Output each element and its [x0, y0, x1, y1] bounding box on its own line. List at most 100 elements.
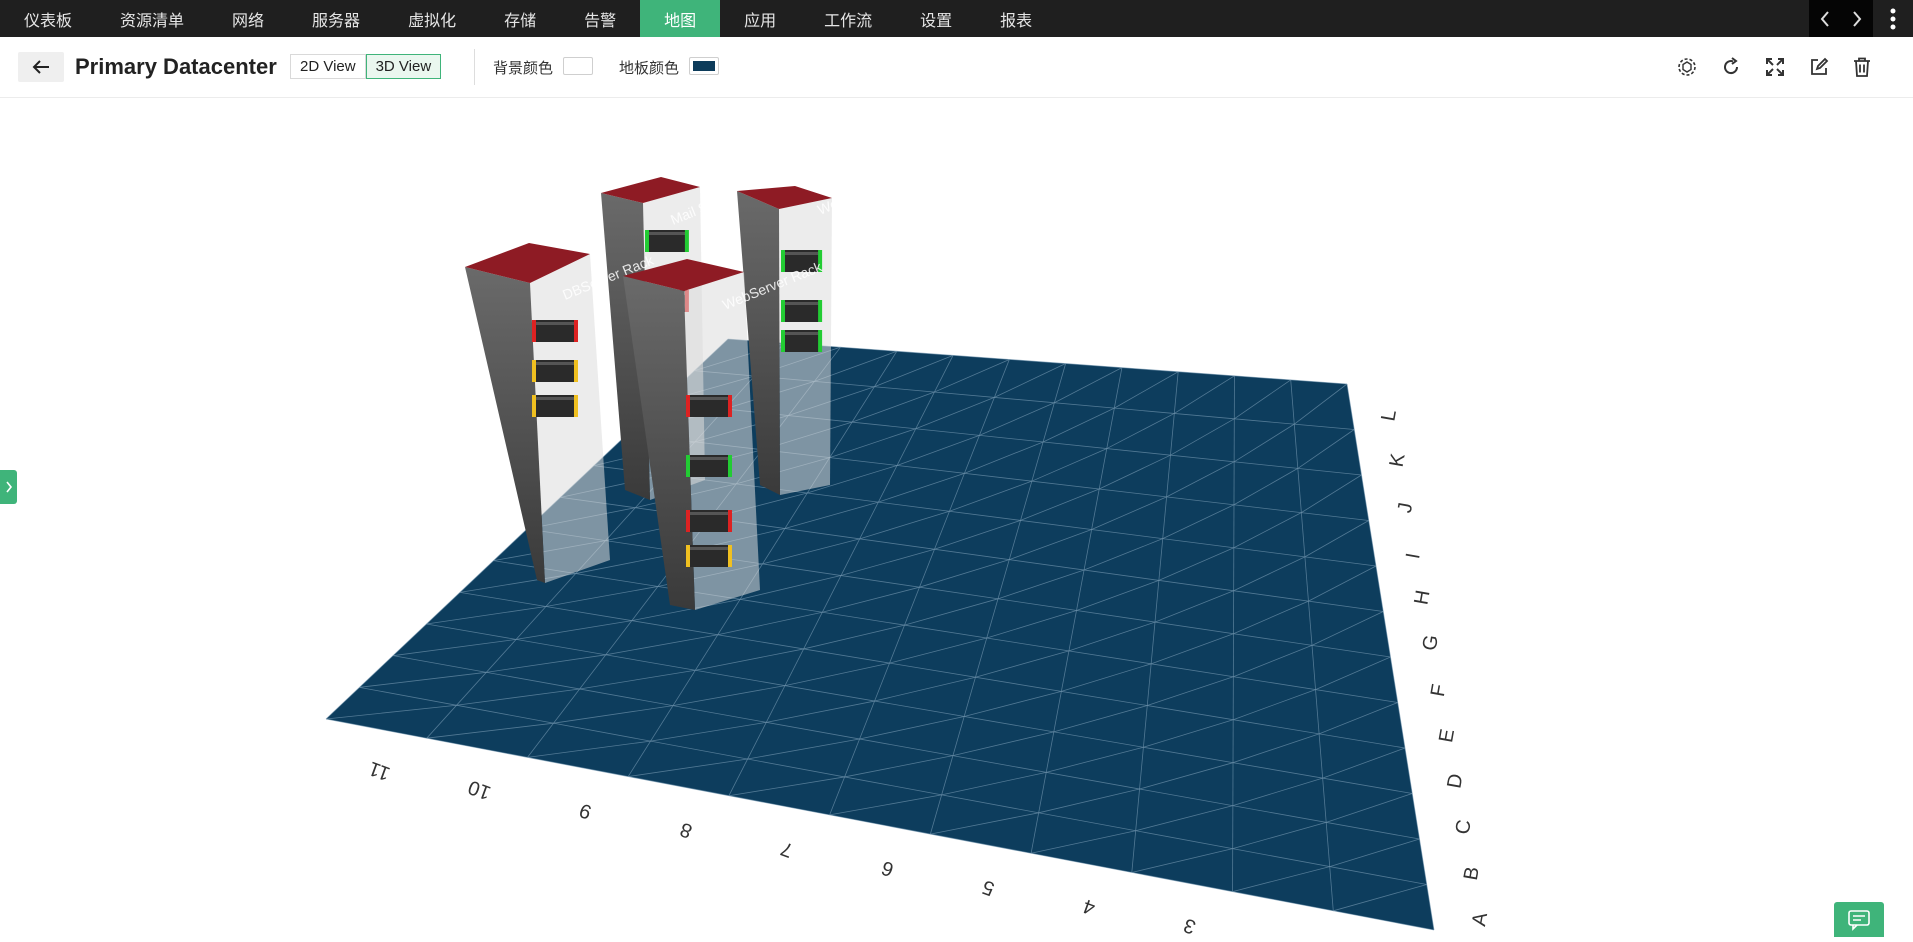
rack-device-bezel — [688, 512, 730, 515]
background-color-picker[interactable] — [563, 57, 593, 75]
row-label: G — [1419, 633, 1443, 652]
device-status-led — [532, 360, 536, 382]
trash-icon — [1854, 57, 1870, 77]
toolbar-divider — [474, 49, 475, 85]
chat-button[interactable] — [1834, 902, 1884, 937]
device-status-led — [645, 230, 649, 252]
side-panel-toggle[interactable] — [0, 470, 17, 504]
device-status-led — [686, 455, 690, 477]
background-color-label: 背景颜色 — [493, 60, 554, 77]
rack-device-bezel — [783, 252, 821, 255]
device-status-led — [686, 510, 690, 532]
floor-color-swatch — [693, 61, 715, 71]
back-button[interactable] — [18, 52, 64, 82]
view-toggle: 2D View 3D View — [290, 54, 442, 79]
column-label: 10 — [465, 775, 493, 803]
row-label: H — [1410, 588, 1434, 606]
chat-icon — [1848, 909, 1870, 931]
nav-item-11[interactable]: 报表 — [976, 0, 1056, 37]
nav-item-7[interactable]: 地图 — [640, 0, 721, 37]
arrow-left-icon — [32, 60, 49, 74]
row-label: B — [1460, 865, 1484, 882]
nav-prev-arrow[interactable] — [1809, 0, 1841, 37]
rack-name-label: Web Server Rack 2 — [815, 157, 933, 217]
device-status-led — [574, 360, 578, 382]
device-status-led — [728, 455, 732, 477]
reset-view-button[interactable] — [1673, 53, 1701, 81]
device-status-led — [781, 250, 785, 272]
column-label: 11 — [366, 757, 393, 785]
nav-item-4[interactable]: 虚拟化 — [384, 0, 480, 37]
datacenter-floor — [326, 339, 1434, 930]
device-status-led — [728, 395, 732, 417]
column-label: 6 — [879, 856, 897, 880]
rack-device-bezel — [688, 397, 730, 400]
row-label: A — [1468, 910, 1492, 928]
nav-right-controls — [1809, 0, 1913, 37]
vertical-dots-icon — [1890, 8, 1896, 29]
target-cube-icon — [1678, 58, 1696, 76]
chevron-right-icon — [5, 481, 12, 493]
rack-device-bezel — [534, 397, 576, 400]
nav-item-5[interactable]: 存储 — [480, 0, 560, 37]
delete-button[interactable] — [1848, 53, 1876, 81]
floor-color-label: 地板颜色 — [619, 60, 680, 77]
edit-icon — [1811, 57, 1829, 75]
rack-device-bezel — [534, 322, 576, 325]
edit-button[interactable] — [1805, 53, 1833, 81]
more-menu-button[interactable] — [1873, 0, 1913, 37]
floor-3d-scene: ABCDEFGHIJKL 1234567891011 Mail Server R… — [325, 157, 1492, 942]
floor-3d-canvas[interactable]: ABCDEFGHIJKL 1234567891011 Mail Server R… — [0, 97, 1913, 942]
device-status-led — [818, 300, 823, 322]
nav-item-3[interactable]: 服务器 — [288, 0, 384, 37]
nav-item-1[interactable]: 资源清单 — [96, 0, 208, 37]
row-label: E — [1435, 727, 1459, 744]
column-label: 7 — [778, 837, 796, 861]
row-label: J — [1394, 501, 1417, 515]
chevron-right-icon — [1853, 10, 1862, 27]
nav-item-8[interactable]: 应用 — [720, 0, 800, 37]
nav-item-2[interactable]: 网络 — [208, 0, 288, 37]
device-status-led — [574, 395, 578, 417]
nav-item-0[interactable]: 仪表板 — [0, 0, 96, 37]
top-nav: 仪表板 资源清单 网络 服务器 虚拟化 存储 告警 地图 应用 工作流 设置 报表 — [0, 0, 1913, 37]
chevron-left-icon — [1820, 10, 1829, 27]
row-label: I — [1402, 551, 1425, 560]
column-label: 2 — [1282, 933, 1300, 937]
floor-color-picker[interactable] — [689, 57, 719, 75]
device-status-led — [686, 395, 690, 417]
expand-icon — [1766, 58, 1784, 76]
rack-device-bezel — [688, 457, 730, 460]
row-label: C — [1452, 818, 1476, 836]
device-status-led — [686, 545, 690, 567]
column-label: 8 — [677, 818, 695, 842]
device-status-led — [818, 330, 823, 352]
device-status-led — [728, 510, 732, 532]
column-label: 3 — [1181, 914, 1199, 937]
column-label: 9 — [577, 798, 595, 822]
column-label: 5 — [979, 875, 997, 899]
rack-device-bezel — [647, 232, 687, 235]
device-status-led — [574, 320, 578, 342]
nav-item-10[interactable]: 设置 — [896, 0, 976, 37]
device-status-led — [532, 320, 536, 342]
nav-item-9[interactable]: 工作流 — [800, 0, 896, 37]
nav-next-arrow[interactable] — [1841, 0, 1873, 37]
device-status-led — [684, 230, 689, 252]
view-2d-button[interactable]: 2D View — [290, 54, 366, 79]
map-toolbar: Primary Datacenter 2D View 3D View 背景颜色 … — [0, 37, 1913, 98]
row-label: K — [1386, 451, 1410, 469]
device-status-led — [781, 300, 785, 322]
rack-device-bezel — [783, 302, 821, 305]
rack-device-bezel — [688, 547, 730, 550]
row-label: D — [1443, 772, 1467, 790]
refresh-button[interactable] — [1717, 53, 1745, 81]
row-label: L — [1377, 408, 1401, 423]
view-3d-button[interactable]: 3D View — [365, 54, 442, 79]
row-label: F — [1427, 682, 1451, 698]
column-label: 4 — [1080, 894, 1098, 918]
device-status-led — [728, 545, 732, 567]
nav-item-6[interactable]: 告警 — [560, 0, 640, 37]
background-color-swatch — [567, 61, 589, 71]
fullscreen-button[interactable] — [1761, 53, 1789, 81]
